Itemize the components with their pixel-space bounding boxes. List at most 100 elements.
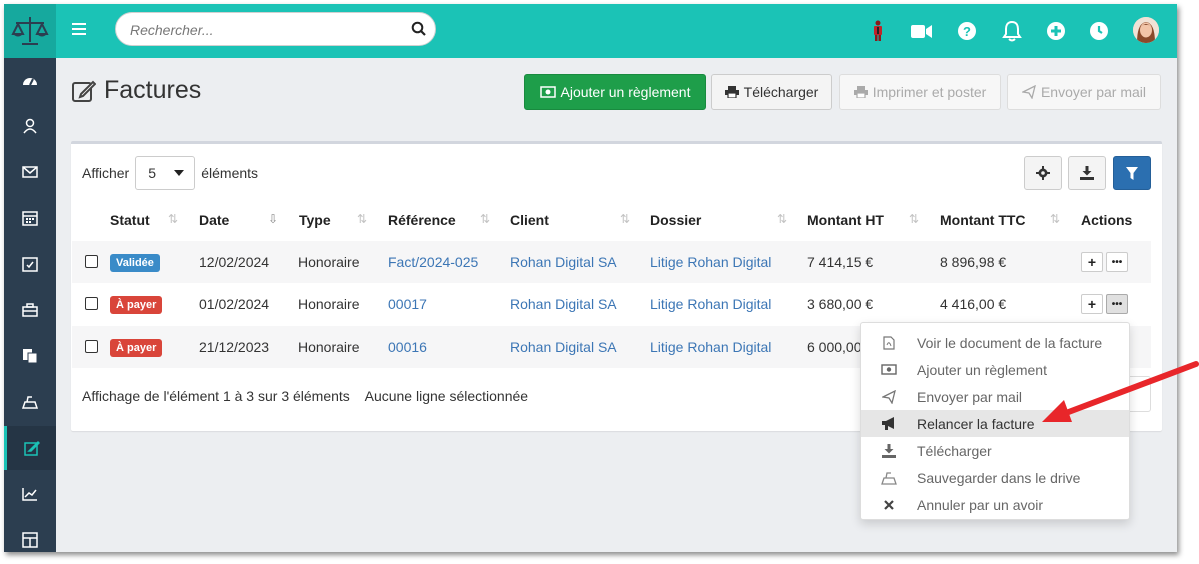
mail-icon <box>22 166 38 178</box>
documents-icon <box>23 349 38 364</box>
avatar[interactable] <box>1133 17 1159 43</box>
sidebar-item-cases[interactable] <box>4 288 56 332</box>
dossier-link[interactable]: Litige Rohan Digital <box>650 296 771 312</box>
column-header-dossier[interactable]: Dossier <box>650 212 701 228</box>
sidebar-item-dashboard[interactable] <box>4 58 56 102</box>
more-actions-button[interactable]: ••• <box>1106 294 1128 314</box>
sort-desc-icon[interactable]: ⇩ <box>268 212 278 226</box>
megaphone-icon <box>882 417 894 430</box>
menu-item-save-to-drive[interactable]: Sauvegarder dans le drive <box>861 464 1129 491</box>
sidebar-item-drive[interactable] <box>4 380 56 424</box>
reference-link[interactable]: 00016 <box>388 339 427 355</box>
sort-icon[interactable]: ⇅ <box>357 212 367 226</box>
briefcase-icon <box>22 303 38 317</box>
sidebar-item-contacts[interactable] <box>4 104 56 148</box>
sort-icon[interactable]: ⇅ <box>480 212 490 226</box>
row-checkbox[interactable] <box>85 297 98 310</box>
download-icon <box>1080 166 1094 180</box>
app-window: ? <box>4 4 1177 552</box>
user-guide-icon[interactable] <box>866 19 890 43</box>
column-header-type[interactable]: Type <box>299 212 331 228</box>
client-link[interactable]: Rohan Digital SA <box>510 254 617 270</box>
contacts-icon <box>23 118 37 134</box>
svg-text:?: ? <box>963 24 971 39</box>
search-icon[interactable] <box>411 21 427 40</box>
scales-of-justice-icon <box>11 17 49 45</box>
send-icon <box>1021 85 1036 99</box>
send-email-button[interactable]: Envoyer par mail <box>1007 74 1161 110</box>
reference-link[interactable]: Fact/2024-025 <box>388 254 478 270</box>
filter-icon <box>1126 166 1138 180</box>
page-length-select[interactable]: 5 <box>135 156 196 190</box>
add-action-button[interactable]: + <box>1081 294 1103 314</box>
plus-circle-icon[interactable] <box>1044 19 1068 43</box>
plus-icon: + <box>1087 254 1097 270</box>
date-cell: 21/12/2023 <box>199 339 270 355</box>
search-box <box>115 12 436 46</box>
sidebar-item-documents[interactable] <box>4 334 56 378</box>
video-icon[interactable] <box>910 19 934 43</box>
dossier-link[interactable]: Litige Rohan Digital <box>650 254 771 270</box>
client-link[interactable]: Rohan Digital SA <box>510 339 617 355</box>
tables-icon <box>22 532 38 548</box>
clock-icon[interactable] <box>1087 19 1111 43</box>
type-cell: Honoraire <box>298 254 360 270</box>
sort-icon[interactable]: ⇅ <box>909 212 919 226</box>
dashboard-icon <box>23 78 37 86</box>
ellipsis-icon: ••• <box>1111 256 1123 268</box>
sidebar-item-mail[interactable] <box>4 150 56 194</box>
help-icon[interactable]: ? <box>955 19 979 43</box>
sort-icon[interactable]: ⇅ <box>777 212 787 226</box>
search-input[interactable] <box>128 19 398 41</box>
menu-item-cancel-credit-note[interactable]: Annuler par un avoir <box>861 491 1129 518</box>
reference-link[interactable]: 00017 <box>388 296 427 312</box>
download-button[interactable]: Télécharger <box>711 74 832 110</box>
add-action-button[interactable]: + <box>1081 252 1103 272</box>
column-header-amount-ht[interactable]: Montant HT <box>807 212 884 228</box>
stats-icon <box>22 488 37 501</box>
menu-item-view-document[interactable]: Voir le document de la facture <box>861 329 1129 356</box>
column-header-date[interactable]: Date <box>199 212 229 228</box>
sidebar-item-stats[interactable] <box>4 472 56 516</box>
tasks-icon <box>22 257 38 272</box>
top-bar: ? <box>4 4 1177 58</box>
row-checkbox[interactable] <box>85 255 98 268</box>
sort-icon[interactable]: ⇅ <box>620 212 630 226</box>
menu-item-download[interactable]: Télécharger <box>861 437 1129 464</box>
table-info: Affichage de l'élément 1 à 3 sur 3 éléme… <box>82 388 529 404</box>
amount-ttc-cell: 8 896,98 € <box>940 254 1007 270</box>
dossier-link[interactable]: Litige Rohan Digital <box>650 339 771 355</box>
hamburger-icon <box>72 23 86 35</box>
sidebar-item-invoices[interactable] <box>4 426 56 470</box>
date-cell: 12/02/2024 <box>199 254 270 270</box>
export-button[interactable] <box>1068 156 1106 190</box>
row-checkbox[interactable] <box>85 340 98 353</box>
edit-icon <box>72 80 96 102</box>
page-length-control: Afficher 5 éléments <box>82 156 258 190</box>
menu-toggle-button[interactable] <box>68 18 90 40</box>
money-icon <box>881 364 897 375</box>
plus-icon: + <box>1087 296 1097 312</box>
sort-icon[interactable]: ⇅ <box>1050 212 1060 226</box>
table-settings-button[interactable] <box>1024 156 1062 190</box>
column-header-status[interactable]: Statut <box>110 212 150 228</box>
more-actions-button[interactable]: ••• <box>1106 252 1128 272</box>
annotation-arrow <box>1042 361 1199 422</box>
logo[interactable] <box>4 4 56 58</box>
print-and-post-button[interactable]: Imprimer et poster <box>839 74 1001 110</box>
send-icon <box>882 389 896 404</box>
client-link[interactable]: Rohan Digital SA <box>510 296 617 312</box>
sort-icon[interactable]: ⇅ <box>168 212 178 226</box>
sidebar-item-tables[interactable] <box>4 518 56 552</box>
ellipsis-icon: ••• <box>1111 298 1123 310</box>
bell-icon[interactable] <box>1000 19 1024 43</box>
filter-button[interactable] <box>1113 156 1151 190</box>
add-payment-button[interactable]: Ajouter un règlement <box>524 74 706 110</box>
sidebar-item-tasks[interactable] <box>4 242 56 286</box>
column-header-amount-ttc[interactable]: Montant TTC <box>940 212 1026 228</box>
pdf-icon <box>883 335 895 350</box>
sidebar-item-calendar[interactable] <box>4 196 56 240</box>
column-header-client[interactable]: Client <box>510 212 549 228</box>
column-header-reference[interactable]: Référence <box>388 212 456 228</box>
amount-ht-cell: 3 680,00 € <box>807 296 874 312</box>
